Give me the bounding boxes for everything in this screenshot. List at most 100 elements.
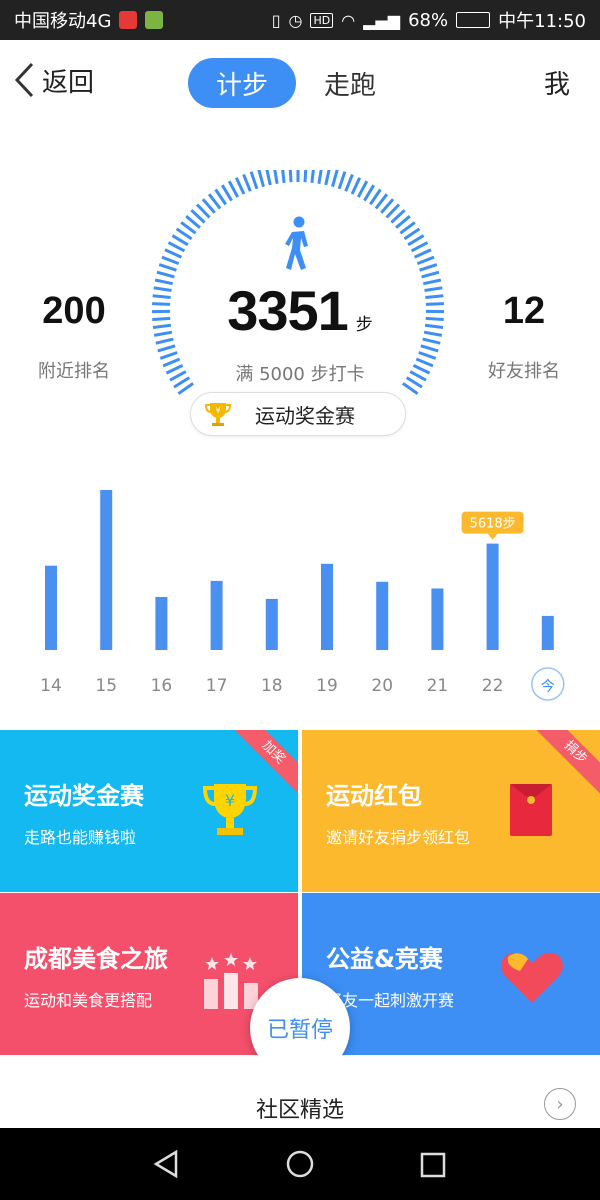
gauge-tick (421, 270, 440, 279)
x-tick-label: 19 (316, 676, 338, 696)
tile-title: 运动红包 (326, 782, 422, 810)
step-bar[interactable] (210, 580, 223, 650)
gauge-tick (167, 241, 186, 253)
x-tick-label: 15 (95, 676, 117, 696)
gauge-tick (337, 171, 347, 190)
gauge-tick (317, 170, 323, 184)
status-right: ▯ ◷ HD ◠ ▂▄▆ 68% 中午11:50 (272, 7, 586, 33)
step-bar[interactable] (431, 588, 444, 651)
gauge-tick (403, 227, 421, 241)
walking-person-icon (285, 216, 308, 270)
x-tick-label: 17 (206, 676, 228, 696)
recents-square-icon[interactable] (418, 1150, 448, 1180)
carrier-label: 中国移动4G (14, 11, 112, 32)
gauge-tick (164, 248, 183, 259)
gauge-tick (356, 180, 369, 198)
community-title: 社区精选 (255, 1098, 344, 1123)
bar-chart-svg: 14 15 16 17 18 19 20 21 22 5618步今 (40, 490, 565, 701)
gauge-tick (324, 170, 331, 186)
gauge-tick (265, 170, 272, 186)
battery-percent: 68% (408, 9, 449, 31)
back-button[interactable]: 返回 (12, 60, 94, 100)
gauge-tick (157, 344, 176, 353)
tile-subtitle: 邀请好友捐步领红包 (326, 828, 471, 847)
step-bar[interactable] (376, 581, 389, 650)
vibrate-icon: ▯ (271, 10, 281, 30)
gauge-tick (413, 248, 432, 259)
gauge-tick (350, 177, 362, 195)
x-tick-label: 18 (261, 676, 283, 696)
tile-title: 成都美食之旅 (24, 945, 168, 973)
gauge-tick (249, 171, 259, 190)
step-bar[interactable] (541, 615, 554, 650)
friend-rank-value: 12 (502, 290, 546, 332)
nearby-rank[interactable]: 200 附近排名 (4, 290, 144, 383)
gauge-tick (159, 351, 178, 360)
gauge-tick (363, 184, 375, 202)
step-bar[interactable] (155, 597, 168, 650)
chevron-right-icon[interactable]: › (544, 1088, 576, 1120)
gauge-tick (418, 351, 437, 360)
battery-icon (456, 12, 491, 28)
tile-red-packet[interactable]: 运动红包 邀请好友捐步领红包 捐步 (302, 730, 600, 892)
gauge-tick (288, 170, 293, 183)
friend-rank[interactable]: 12 好友排名 (454, 290, 594, 383)
gauge-tick (281, 170, 286, 183)
hd-icon: HD (310, 12, 334, 28)
gauge-tick (242, 173, 252, 192)
gauge-tick (161, 255, 180, 265)
x-tick-label: 21 (427, 676, 449, 696)
tile-bonus-contest[interactable]: 运动奖金赛 走路也能赚钱啦 加奖 ¥ (0, 730, 298, 892)
friend-rank-label: 好友排名 (488, 361, 560, 382)
contest-button[interactable]: ¥ 运动奖金赛 (190, 392, 406, 436)
signal-icon: ▂▄▆ (363, 10, 401, 30)
gauge-tick (234, 177, 246, 195)
tile-title: 运动奖金赛 (24, 782, 144, 810)
community-section: 社区精选 › (0, 1056, 600, 1128)
podium-icon (204, 953, 258, 1009)
status-left: 中国移动4G (14, 7, 164, 33)
gauge-tick (273, 170, 279, 184)
gauge-tick (344, 173, 354, 192)
x-tick-label: 20 (371, 676, 393, 696)
gauge-tick (331, 170, 339, 188)
chevron-left-icon (14, 62, 34, 98)
me-button[interactable]: 我 (544, 64, 570, 101)
tile-subtitle: 运动和美食更搭配 (24, 991, 153, 1010)
step-bar[interactable] (265, 598, 278, 650)
gauge-tick (158, 263, 177, 272)
step-bar[interactable] (100, 490, 113, 650)
back-triangle-icon[interactable] (150, 1148, 182, 1180)
nearby-rank-value: 200 (42, 290, 106, 332)
header-nav: 返回 计步 走跑 我 (0, 40, 600, 124)
x-tick-label: 22 (482, 676, 504, 696)
tile-subtitle: 走路也能赚钱啦 (24, 828, 137, 847)
step-count-value: 3351 (227, 279, 349, 342)
tooltip-label: 5618步 (470, 517, 516, 532)
daily-steps-chart: 14 15 16 17 18 19 20 21 22 5618步今 (0, 470, 600, 710)
heart-icon (501, 952, 563, 1003)
step-bar[interactable] (321, 563, 333, 650)
x-tick-label: 今 (541, 679, 555, 695)
status-bar: 中国移动4G ▯ ◷ HD ◠ ▂▄▆ 68% 中午11:50 (0, 0, 600, 40)
home-circle-icon[interactable] (284, 1148, 316, 1180)
gauge-tick (175, 227, 193, 241)
gauge-tick (420, 344, 439, 353)
svg-text:¥: ¥ (225, 791, 235, 810)
red-envelope-icon (510, 784, 552, 836)
step-bar[interactable] (486, 543, 499, 650)
gauge-tick (310, 170, 315, 183)
alarm-icon: ◷ (288, 10, 303, 30)
tab-step[interactable]: 计步 (188, 58, 297, 108)
x-tick-label: 14 (40, 676, 62, 696)
tab-walk-run[interactable]: 走跑 (296, 58, 404, 108)
mode-tabs: 计步 走跑 (188, 58, 404, 108)
contest-label: 运动奖金赛 (255, 403, 355, 428)
gauge-tick (410, 241, 429, 253)
x-tick-label: 16 (151, 676, 173, 696)
tile-title: 公益&竞赛 (326, 945, 443, 973)
step-bar[interactable] (45, 565, 57, 650)
trophy-icon: ¥ (202, 784, 258, 835)
svg-text:¥: ¥ (215, 406, 220, 415)
gauge-tick (171, 234, 189, 247)
